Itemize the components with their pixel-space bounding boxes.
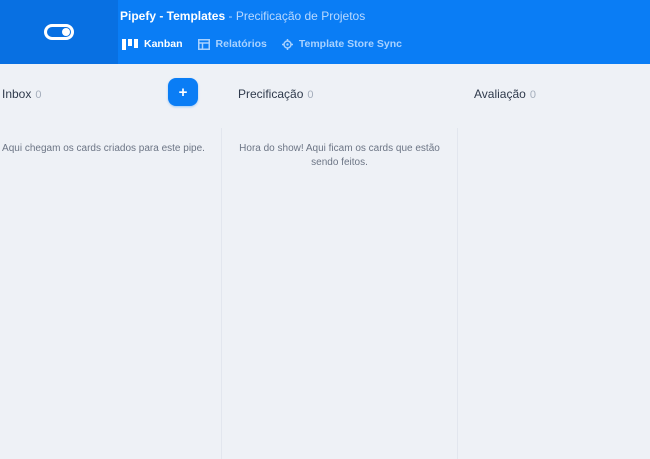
column-precificacao: Hora do show! Aqui ficam os cards que es… bbox=[222, 128, 458, 459]
column-header-avaliacao[interactable]: Avaliação 0 bbox=[474, 87, 536, 101]
column-avaliacao bbox=[458, 128, 650, 459]
nav-item-label: Template Store Sync bbox=[298, 38, 402, 50]
pipefy-logo-icon[interactable] bbox=[44, 24, 74, 40]
column-empty-text: Aqui chegam os cards criados para este p… bbox=[2, 143, 205, 154]
top-bar: Pipefy - Templates - Precificação de Pro… bbox=[0, 0, 650, 64]
kanban-icon bbox=[122, 38, 138, 50]
column-title: Inbox bbox=[2, 87, 32, 101]
column-title: Avaliação bbox=[474, 87, 526, 101]
nav-item-label: Kanban bbox=[144, 38, 183, 50]
column-empty-text: Hora do show! Aqui ficam os cards que es… bbox=[239, 143, 440, 168]
title-separator: - bbox=[225, 9, 236, 23]
logo-area[interactable] bbox=[0, 0, 118, 64]
column-inbox: Aqui chegam os cards criados para este p… bbox=[0, 128, 222, 459]
page-title: Pipefy - Templates - Precificação de Pro… bbox=[120, 9, 365, 23]
phase-name: Precificação de Projetos bbox=[235, 9, 366, 23]
table-icon bbox=[197, 38, 210, 50]
nav-item-kanban[interactable]: Kanban bbox=[122, 38, 183, 50]
column-count: 0 bbox=[307, 89, 314, 101]
add-card-button[interactable]: + bbox=[168, 78, 198, 106]
plus-icon: + bbox=[178, 83, 188, 101]
column-title: Precificação bbox=[238, 87, 304, 101]
nav-item-relatorios[interactable]: Relatórios bbox=[197, 38, 267, 50]
column-count: 0 bbox=[35, 89, 42, 101]
nav-item-template-store-sync[interactable]: Template Store Sync bbox=[281, 38, 402, 50]
column-count: 0 bbox=[529, 89, 536, 101]
column-header-inbox[interactable]: Inbox 0 bbox=[2, 87, 41, 101]
view-nav: Kanban Relatórios Template Store Sync bbox=[122, 38, 417, 50]
nav-item-label: Relatórios bbox=[215, 38, 267, 50]
sync-icon bbox=[281, 38, 293, 50]
pipe-name[interactable]: Pipefy - Templates bbox=[120, 9, 225, 23]
column-header-precificacao[interactable]: Precificação 0 bbox=[238, 87, 314, 101]
